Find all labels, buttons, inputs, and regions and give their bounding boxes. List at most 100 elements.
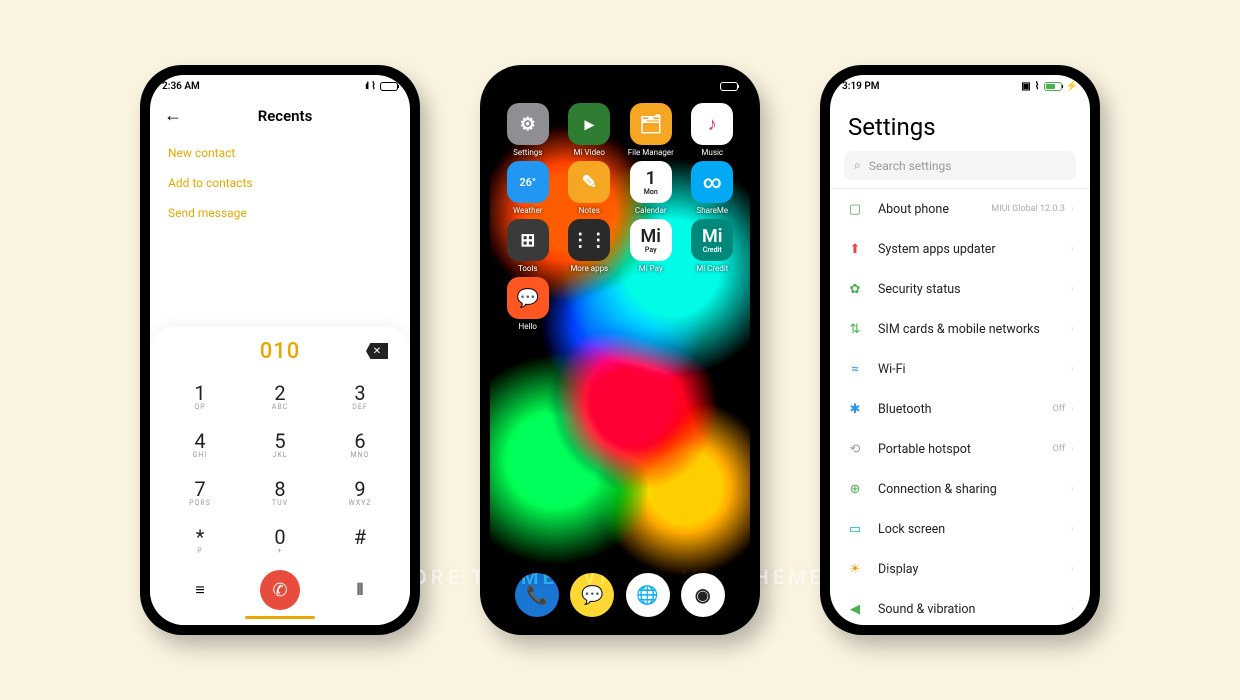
chevron-right-icon: ›: [1071, 564, 1074, 575]
app-label: Hello: [519, 322, 537, 331]
chevron-right-icon: ›: [1071, 604, 1074, 615]
keypad-8[interactable]: 8TUV: [240, 468, 320, 516]
settings-item-icon: ✱: [846, 400, 864, 418]
app-tools[interactable]: ⊞Tools: [498, 219, 558, 273]
dialpad: 010 ✕ 1QP2ABC3DEF4GHI5JKL6MNO7PQRS8TUV9W…: [150, 326, 410, 625]
app-music[interactable]: ♪ Music: [683, 103, 743, 157]
app-hello[interactable]: 💬 Hello: [498, 277, 558, 331]
chevron-right-icon: ›: [1071, 324, 1074, 335]
dock: 📞💬 🌐◉: [490, 573, 750, 617]
app-label: Weather: [513, 206, 543, 215]
settings-title: Settings: [830, 97, 1090, 151]
settings-item-icon: ▭: [846, 520, 864, 538]
status-time: 2:36 AM: [162, 81, 200, 92]
status-bar: 3:19 PM ▣ ⌇ ⚡: [830, 75, 1090, 97]
keypad-9[interactable]: 9WXYZ: [320, 468, 400, 516]
chevron-right-icon: ›: [1071, 364, 1074, 375]
app-settings[interactable]: ⚙Settings: [498, 103, 558, 157]
app-label: Music: [701, 148, 723, 157]
dialer-header: ← Recents: [150, 97, 410, 134]
settings-security-status[interactable]: ✿Security status›: [830, 269, 1090, 309]
app-icon: 🗂: [630, 103, 672, 145]
settings-item-label: Bluetooth: [878, 402, 1053, 417]
keypad-5[interactable]: 5JKL: [240, 420, 320, 468]
search-input[interactable]: ⌕ Search settings: [844, 151, 1076, 180]
settings-item-icon: ◀: [846, 600, 864, 618]
chevron-right-icon: ›: [1071, 524, 1074, 535]
keypad-4[interactable]: 4GHI: [160, 420, 240, 468]
dock-messages[interactable]: 💬: [570, 573, 614, 617]
battery-icon: [1044, 82, 1062, 91]
app-icon: MiPay: [630, 219, 672, 261]
keypad-3[interactable]: 3DEF: [320, 372, 400, 420]
status-time: 3:19 PM: [842, 81, 880, 92]
settings-item-label: Wi-Fi: [878, 362, 1071, 377]
dock-browser[interactable]: 🌐: [626, 573, 670, 617]
settings-lock-screen[interactable]: ▭Lock screen›: [830, 509, 1090, 549]
app-icon: ♪: [691, 103, 733, 145]
app-file-manager[interactable]: 🗂 File Manager: [621, 103, 681, 157]
settings-about-phone[interactable]: ▢About phoneMIUI Global 12.0.3›: [830, 189, 1090, 229]
app-label: Tools: [518, 264, 538, 273]
settings-item-label: Sound & vibration: [878, 602, 1071, 617]
settings-item-icon: ⇅: [846, 320, 864, 338]
settings-item-icon: ⟲: [846, 440, 864, 458]
app-weather[interactable]: 26° Weather: [498, 161, 558, 215]
dialer-action-0[interactable]: New contact: [168, 138, 392, 168]
call-button[interactable]: ✆: [260, 570, 300, 610]
dock-phone[interactable]: 📞: [515, 573, 559, 617]
app-more-apps[interactable]: ⋮⋮More apps: [560, 219, 620, 273]
settings-item-label: About phone: [878, 202, 991, 217]
settings-item-icon: ☀: [846, 560, 864, 578]
settings-item-value: MIUI Global 12.0.3: [991, 204, 1065, 214]
settings-portable-hotspot[interactable]: ⟲Portable hotspotOff›: [830, 429, 1090, 469]
settings-bluetooth[interactable]: ✱BluetoothOff›: [830, 389, 1090, 429]
settings-wi-fi[interactable]: ≈Wi-Fi›: [830, 349, 1090, 389]
app-shareme[interactable]: ∞ShareMe: [683, 161, 743, 215]
app-icon: ✎: [568, 161, 610, 203]
settings-item-label: Portable hotspot: [878, 442, 1053, 457]
tabs-button[interactable]: ⦀: [320, 580, 400, 600]
settings-item-icon: ✿: [846, 280, 864, 298]
settings-connection-sharing[interactable]: ⊕Connection & sharing›: [830, 469, 1090, 509]
app-icon: ⋮⋮: [568, 219, 610, 261]
settings-item-label: Connection & sharing: [878, 482, 1071, 497]
app-mi-video[interactable]: ▸Mi Video: [560, 103, 620, 157]
backspace-button[interactable]: ✕: [366, 343, 388, 359]
keypad-*[interactable]: *P: [160, 516, 240, 564]
app-label: File Manager: [628, 148, 674, 157]
keypad-2[interactable]: 2ABC: [240, 372, 320, 420]
settings-sound-vibration[interactable]: ◀ Sound & vibration›: [830, 589, 1090, 625]
settings-item-icon: ▢: [846, 200, 864, 218]
settings-system-apps-updater[interactable]: ⬆System apps updater›: [830, 229, 1090, 269]
settings-display[interactable]: ☀Display›: [830, 549, 1090, 589]
keypad-0[interactable]: 0+: [240, 516, 320, 564]
app-icon: MiCredit: [691, 219, 733, 261]
keypad-1[interactable]: 1QP: [160, 372, 240, 420]
dialer-action-1[interactable]: Add to contacts: [168, 168, 392, 198]
settings-item-icon: ⬆: [846, 240, 864, 258]
home-indicator[interactable]: [245, 616, 315, 619]
app-label: Notes: [579, 206, 600, 215]
app-mi-credit[interactable]: MiCreditMi Credit: [683, 219, 743, 273]
keypad-6[interactable]: 6MNO: [320, 420, 400, 468]
wifi-icon: ⌇: [1035, 81, 1040, 92]
settings-sim-cards-mobile-networks[interactable]: ⇅SIM cards & mobile networks›: [830, 309, 1090, 349]
app-calendar[interactable]: 1MonCalendar: [621, 161, 681, 215]
chevron-right-icon: ›: [1071, 244, 1074, 255]
app-notes[interactable]: ✎ Notes: [560, 161, 620, 215]
page-title: Recents: [192, 107, 378, 125]
app-icon: 💬: [507, 277, 549, 319]
settings-item-value: Off: [1053, 444, 1065, 454]
back-button[interactable]: ←: [164, 105, 182, 126]
app-icon: ∞: [691, 161, 733, 203]
dialer-action-2[interactable]: Send message: [168, 198, 392, 228]
dock-camera[interactable]: ◉: [681, 573, 725, 617]
keypad-7[interactable]: 7PQRS: [160, 468, 240, 516]
phone-settings: 3:19 PM ▣ ⌇ ⚡ Settings ⌕ Search settings…: [820, 65, 1100, 635]
app-mi-pay[interactable]: MiPayMi Pay: [621, 219, 681, 273]
app-icon: 26°: [507, 161, 549, 203]
phone-homescreen: 2:36 AM ııl ⌇ ⚙Settings▸Mi Video🗂File Ma…: [480, 65, 760, 635]
menu-button[interactable]: ≡: [160, 580, 240, 600]
keypad-#[interactable]: #: [320, 516, 400, 564]
